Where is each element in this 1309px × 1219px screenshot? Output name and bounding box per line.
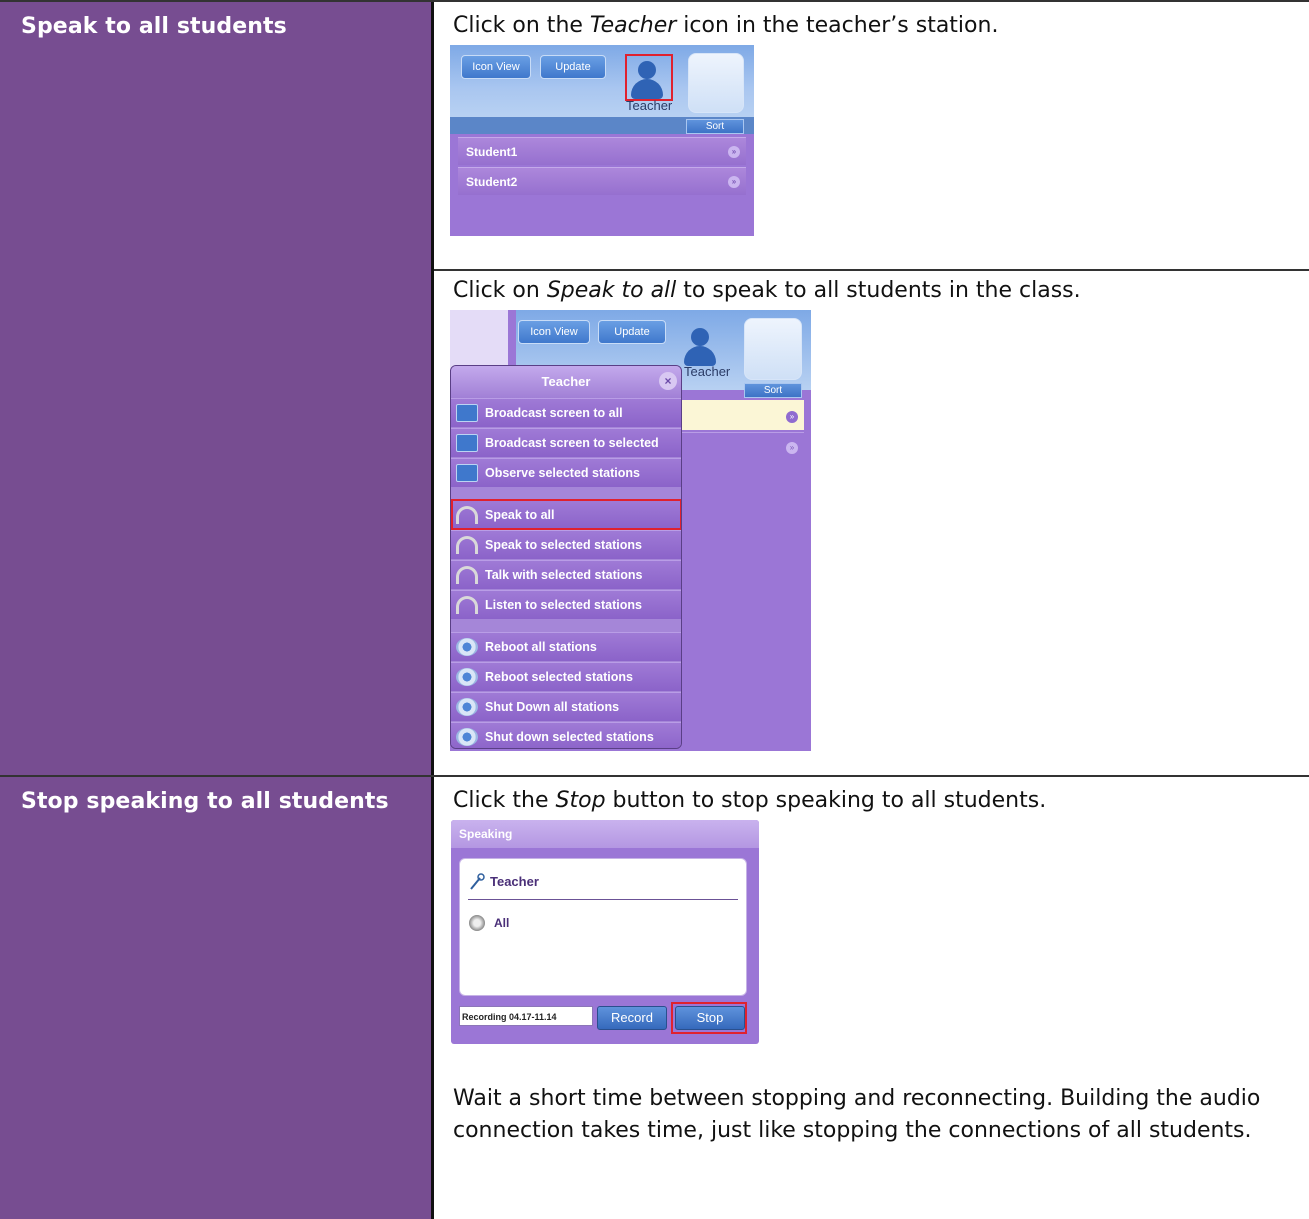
teacher-context-menu: Teacher × Broadcast screen to all Broadc… <box>450 365 682 749</box>
row-heading: Speak to all students <box>21 14 287 39</box>
icon-view-button[interactable]: Icon View <box>518 320 590 344</box>
menu-item-listen-selected[interactable]: Listen to selected stations <box>451 590 681 619</box>
menu-item-broadcast-selected[interactable]: Broadcast screen to selected <box>451 428 681 457</box>
teacher-label: Teacher <box>626 98 673 113</box>
menu-item-reboot-all[interactable]: Reboot all stations <box>451 632 681 661</box>
student-row[interactable]: Student1» <box>458 137 746 165</box>
dialog-title: Speaking <box>451 820 759 848</box>
update-button[interactable]: Update <box>540 55 606 79</box>
headset-icon <box>456 536 478 554</box>
row-heading-cell: Speak to all students <box>0 2 434 775</box>
student-row[interactable]: Student2» <box>458 167 746 195</box>
headset-icon <box>456 596 478 614</box>
expand-icon[interactable]: » <box>786 411 798 423</box>
instruction-text: Click on Speak to all to speak to all st… <box>453 278 1081 303</box>
highlight-box <box>671 1002 747 1034</box>
student-row-selected[interactable]: » <box>682 400 804 430</box>
record-button[interactable]: Record <box>597 1006 667 1030</box>
sort-button[interactable]: Sort <box>744 383 802 398</box>
target-label: All <box>494 916 510 930</box>
divider <box>468 899 738 900</box>
menu-item-reboot-selected[interactable]: Reboot selected stations <box>451 662 681 691</box>
highlight-box <box>451 499 681 530</box>
row-speak-to-all: Speak to all students Click on the Teach… <box>0 2 1309 775</box>
monitor-icon <box>456 464 478 482</box>
monitor-icon <box>456 404 478 422</box>
instruction-text: Click the Stop button to stop speaking t… <box>453 788 1047 813</box>
gear-icon <box>456 698 478 716</box>
menu-item-shutdown-selected[interactable]: Shut down selected stations <box>451 722 681 748</box>
speaker-name: Teacher <box>490 874 539 889</box>
instruction-text: Click on the Teacher icon in the teacher… <box>453 13 999 38</box>
cell-divider <box>434 269 1309 271</box>
row-heading: Stop speaking to all students <box>21 789 389 814</box>
menu-item-shutdown-all[interactable]: Shut Down all stations <box>451 692 681 721</box>
menu-item-speak-selected[interactable]: Speak to selected stations <box>451 530 681 559</box>
speaking-panel: Teacher All <box>459 858 747 996</box>
side-panel <box>450 310 508 370</box>
close-icon[interactable]: × <box>659 372 677 390</box>
row-content-cell: Click the Stop button to stop speaking t… <box>434 777 1309 1219</box>
menu-title: Teacher <box>451 366 681 398</box>
monitor-icon <box>456 434 478 452</box>
menu-item-broadcast-all[interactable]: Broadcast screen to all <box>451 398 681 427</box>
teacher-label: Teacher <box>684 364 731 379</box>
expand-icon[interactable]: » <box>728 146 740 158</box>
expand-icon[interactable]: » <box>728 176 740 188</box>
expand-icon[interactable]: » <box>786 442 798 454</box>
microphone-icon <box>468 873 486 891</box>
icon-view-button[interactable]: Icon View <box>461 55 531 79</box>
recording-name-field[interactable]: Recording 04.17-11.14 <box>459 1006 593 1026</box>
teacher-avatar-icon[interactable] <box>679 324 721 366</box>
toolbar: Icon View Update Teacher <box>450 45 754 117</box>
menu-item-observe-selected[interactable]: Observe selected stations <box>451 458 681 487</box>
gear-icon <box>456 728 478 746</box>
speaker-icon <box>469 915 485 931</box>
preview-panel <box>744 318 802 380</box>
menu-item-talk-selected[interactable]: Talk with selected stations <box>451 560 681 589</box>
screenshot-speaking-dialog: Speaking Teacher All Recording 04.17-11.… <box>451 820 759 1044</box>
row-stop-speaking: Stop speaking to all students Click the … <box>0 777 1309 1219</box>
note-paragraph: Wait a short time between stopping and r… <box>453 1086 1261 1143</box>
preview-panel <box>688 53 744 113</box>
gear-icon <box>456 638 478 656</box>
headset-icon <box>456 566 478 584</box>
update-button[interactable]: Update <box>598 320 666 344</box>
screenshot-teacher-menu: Icon View Update Teacher Sort » » Teache… <box>450 310 811 751</box>
highlight-box <box>625 54 673 101</box>
gear-icon <box>456 668 478 686</box>
screenshot-teacher-station: Icon View Update Teacher Sort Student1» … <box>450 45 754 236</box>
row-content-cell: Click on the Teacher icon in the teacher… <box>434 2 1309 775</box>
student-row[interactable]: » <box>682 432 804 461</box>
sort-button[interactable]: Sort <box>686 119 744 134</box>
row-heading-cell: Stop speaking to all students <box>0 777 434 1219</box>
